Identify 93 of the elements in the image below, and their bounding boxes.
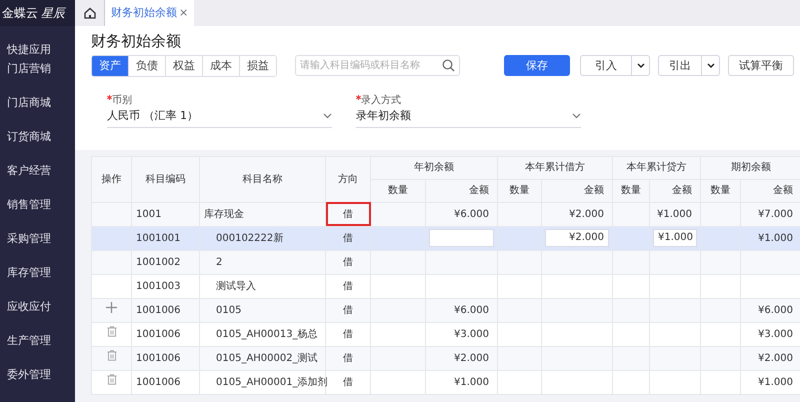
column-header: 数量 — [370, 179, 426, 202]
table-cell: 借 — [326, 274, 370, 298]
input-field[interactable]: ¥1.000 — [653, 229, 697, 247]
select-field[interactable]: 币别 人民币 （汇率 1） — [107, 93, 332, 128]
column-header: 科目名称 — [200, 156, 326, 202]
table-cell: 2 — [200, 250, 326, 274]
sidebar-item[interactable]: 采购管理 — [0, 229, 75, 248]
table-cell: 1001006 — [132, 298, 200, 322]
table-cell: 1001002 — [132, 250, 200, 274]
sidebar-item[interactable]: 快捷应用 — [0, 40, 75, 59]
table-cell: ¥1.000 — [650, 202, 700, 226]
column-header: 金额 — [650, 179, 700, 202]
page-title: 财务初始余额 — [91, 31, 182, 52]
table-cell: 1001006 — [132, 346, 200, 370]
column-header: 金额 — [426, 179, 498, 202]
sidebar-item[interactable]: 委外管理 — [0, 365, 75, 384]
table-cell: 000102222新 — [200, 226, 326, 250]
sidebar-item[interactable]: 库存管理 — [0, 263, 75, 282]
search-icon[interactable] — [442, 59, 455, 72]
column-header: 数量 — [700, 179, 740, 202]
table-cell: 1001003 — [132, 274, 200, 298]
table-cell: ¥6.000 — [740, 298, 800, 322]
chevron-icon — [323, 113, 332, 120]
caret-icon — [706, 63, 714, 68]
sidebar-item[interactable]: 生产管理 — [0, 331, 75, 350]
field-label: 币别 — [112, 95, 132, 106]
table-cell: 借 — [326, 322, 370, 346]
column-header: 金额 — [542, 179, 612, 202]
table-cell: 1001001 — [132, 226, 200, 250]
column-header: 数量 — [498, 179, 542, 202]
table-cell: 借 — [326, 346, 370, 370]
table-cell: ¥7.000 — [740, 202, 800, 226]
table-cell: 0105_AH00013_杨总 — [200, 322, 326, 346]
table-cell: ¥6.000 — [426, 298, 498, 322]
table-cell: ¥6.000 — [426, 202, 498, 226]
trash-icon[interactable] — [106, 374, 116, 385]
page-tab[interactable]: 财务初始余额 × — [105, 0, 194, 26]
column-header: 科目编码 — [132, 156, 200, 202]
table-cell: 借 — [326, 250, 370, 274]
sidebar-item[interactable]: 门店商城 — [0, 93, 75, 112]
table-cell: 0105_AH00002_测试 — [200, 346, 326, 370]
column-header: 操作 — [92, 156, 132, 202]
column-group-header: 本年累计借方 — [498, 156, 612, 179]
column-header: 数量 — [612, 179, 650, 202]
caret-icon — [636, 63, 644, 68]
logo: 金蝶云 星辰 — [0, 0, 75, 26]
category-tab[interactable]: 资产 — [92, 56, 129, 76]
column-group-header: 年初余额 — [370, 156, 498, 179]
table-cell: 1001006 — [132, 370, 200, 394]
table-cell: 借 — [326, 202, 370, 226]
sidebar-item[interactable]: 应收应付 — [0, 297, 75, 316]
table-cell: 1001 — [132, 202, 200, 226]
table-cell: 1001006 — [132, 322, 200, 346]
input-field[interactable]: ¥2.000 — [545, 229, 609, 247]
sidebar-item[interactable]: 客户经营 — [0, 161, 75, 180]
dropdown-button[interactable]: 引入 — [580, 55, 632, 76]
column-header: 方向 — [326, 156, 370, 202]
table-cell: 借 — [326, 370, 370, 394]
input-field[interactable] — [429, 229, 494, 247]
dropdown-button[interactable]: 引出 — [658, 55, 702, 76]
chevron-icon — [572, 113, 581, 120]
select-field[interactable]: 录入方式 录年初余额 — [356, 93, 581, 128]
sidebar-item[interactable]: 销售管理 — [0, 195, 75, 214]
table-cell: 0105 — [200, 298, 326, 322]
close-icon[interactable]: × — [179, 4, 188, 22]
caret-button[interactable] — [632, 55, 650, 76]
home-icon — [84, 7, 96, 19]
column-header: 金额 — [740, 179, 800, 202]
field-label: 录入方式 — [361, 95, 401, 106]
trash-icon[interactable] — [106, 350, 116, 361]
table-cell: 借 — [326, 298, 370, 322]
sidebar-item[interactable]: 门店营销 — [0, 59, 75, 78]
caret-button[interactable] — [702, 55, 720, 76]
action-button[interactable]: 试算平衡 — [728, 55, 794, 76]
sidebar-item[interactable]: 订货商城 — [0, 127, 75, 146]
table-cell: ¥3.000 — [426, 322, 498, 346]
table-cell: ¥1.000 — [740, 226, 800, 250]
table-cell: ¥1.000 — [426, 370, 498, 394]
column-group-header: 期初余额 — [700, 156, 800, 179]
table-cell: ¥2.000 — [426, 346, 498, 370]
table-cell: ¥2.000 — [542, 202, 612, 226]
add-icon[interactable] — [106, 302, 117, 313]
table-cell: 库存现金 — [200, 202, 326, 226]
column-group-header: 本年累计贷方 — [612, 156, 700, 179]
save-button[interactable]: 保存 — [504, 55, 570, 76]
table-cell: 借 — [326, 226, 370, 250]
field-value: 人民币 （汇率 1） — [107, 108, 198, 124]
table-cell: 测试导入 — [200, 274, 326, 298]
field-value: 录年初余额 — [356, 108, 411, 124]
search-field[interactable]: 请输入科目编码或科目名称 — [295, 55, 460, 76]
table-cell: 0105_AH00001_添加剂 — [200, 370, 326, 394]
table-cell: ¥2.000 — [740, 346, 800, 370]
trash-icon[interactable] — [106, 326, 116, 337]
